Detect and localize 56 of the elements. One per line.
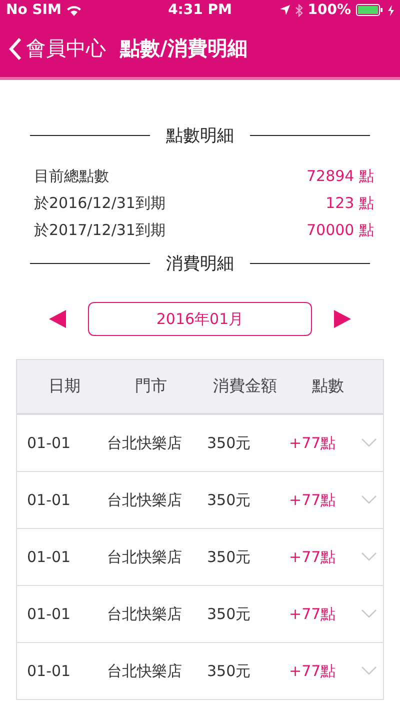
- date-cell-text: 01-01: [27, 605, 72, 623]
- points-label: 於2016/12/31到期: [34, 194, 166, 213]
- bluetooth-icon: [294, 4, 303, 16]
- battery-icon: [356, 4, 384, 16]
- store-cell-text: 台北快樂店: [107, 604, 183, 624]
- points-label: 於2017/12/31到期: [34, 221, 166, 240]
- points-value: 72894 點: [306, 167, 374, 186]
- chevron-down-icon[interactable]: [361, 609, 377, 619]
- clock-label: 4:31 PM: [168, 2, 232, 18]
- store-cell-text: 台北快樂店: [107, 434, 183, 452]
- charging-icon: [388, 4, 394, 16]
- amount-cell-text: 350元: [207, 662, 252, 680]
- chevron-left-icon: [8, 36, 22, 60]
- chevron-down-icon[interactable]: [361, 438, 377, 448]
- points-value: 123 點: [326, 194, 374, 213]
- points-cell-text: +77點: [289, 490, 337, 510]
- chevron-down-icon[interactable]: [361, 552, 377, 562]
- column-header: 點數: [311, 376, 345, 397]
- points-cell-text: +77點: [289, 604, 337, 624]
- points-value: 70000 點: [306, 221, 374, 240]
- amount-cell-text: 350元: [207, 548, 252, 566]
- transaction-row[interactable]: 01-01 台北快樂店 350元 +77點: [17, 472, 383, 529]
- back-button[interactable]: 會員中心: [8, 35, 106, 62]
- carrier-label: No SIM: [6, 2, 62, 18]
- store-cell-text: 台北快樂店: [107, 490, 183, 510]
- amount-cell-text: 350元: [207, 604, 252, 624]
- points-label: 目前總點數: [34, 167, 109, 186]
- date-cell-text: 01-01: [27, 662, 72, 680]
- column-header: 日期: [48, 376, 82, 397]
- page-title: 點數/消費明細: [120, 35, 248, 62]
- store-cell-text: 台北快樂店: [107, 662, 183, 680]
- column-header: 門市: [134, 376, 168, 397]
- transaction-row[interactable]: 01-01 台北快樂店 350元 +77點: [17, 643, 383, 700]
- date-cell-text: 01-01: [27, 491, 72, 509]
- points-cell-text: +77點: [289, 434, 337, 452]
- next-month-button[interactable]: [332, 309, 352, 329]
- section-title: 點數明細: [166, 125, 234, 147]
- transaction-row[interactable]: 01-01 台北快樂店 350元 +77點: [17, 415, 383, 472]
- chevron-down-icon[interactable]: [361, 666, 377, 676]
- points-cell-text: +77點: [289, 662, 337, 680]
- wifi-icon: [66, 4, 82, 16]
- previous-month-button[interactable]: [48, 309, 68, 329]
- column-header: 消費金額: [212, 376, 278, 397]
- amount-cell-text: 350元: [207, 434, 252, 452]
- date-cell-text: 01-01: [27, 548, 72, 566]
- amount-cell-text: 350元: [207, 490, 252, 510]
- chevron-down-icon[interactable]: [361, 495, 377, 505]
- date-cell-text: 01-01: [27, 434, 72, 452]
- transaction-row[interactable]: 01-01 台北快樂店 350元 +77點: [17, 529, 383, 586]
- month-selector[interactable]: 2016年01月: [88, 302, 312, 336]
- section-title: 消費明細: [166, 253, 234, 275]
- transaction-row[interactable]: 01-01 台北快樂店 350元 +77點: [17, 586, 383, 643]
- battery-percent: 100%: [308, 2, 352, 18]
- points-cell-text: +77點: [289, 548, 337, 566]
- location-icon: [280, 5, 290, 15]
- store-cell-text: 台北快樂店: [107, 548, 183, 566]
